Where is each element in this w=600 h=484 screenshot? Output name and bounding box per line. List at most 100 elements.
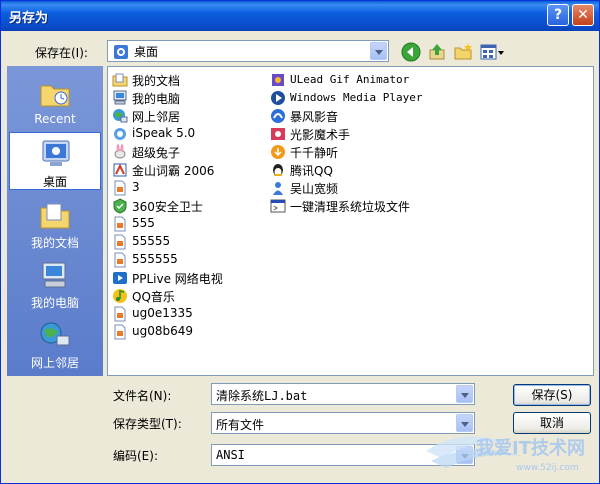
watermark-text: 我爱IT技术网 — [476, 437, 585, 459]
list-item[interactable]: 55555 — [112, 233, 262, 251]
file-icon — [114, 324, 126, 340]
my-documents-icon — [40, 203, 70, 229]
list-item[interactable]: iSpeak 5.0 — [112, 125, 262, 143]
shortcut-icon — [272, 74, 284, 86]
file-name: 555555 — [132, 252, 178, 266]
file-name: QQ音乐 — [132, 290, 175, 304]
file-name: 千千静听 — [290, 146, 339, 160]
filename-value: 清除系统LJ.bat — [216, 389, 308, 403]
save-in-value: 桌面 — [134, 45, 159, 59]
shortcut-icon — [271, 91, 285, 105]
file-name: 暴风影音 — [290, 110, 339, 124]
chevron-down-icon[interactable] — [370, 42, 387, 60]
file-icon — [114, 216, 126, 232]
chevron-down-icon[interactable] — [456, 385, 473, 403]
app-icon — [113, 289, 127, 303]
list-item[interactable]: 网上邻居 — [112, 107, 262, 125]
shortcut-icon — [271, 145, 285, 159]
recent-folder-icon — [40, 85, 70, 107]
close-button[interactable]: ✕ — [572, 4, 594, 26]
back-icon[interactable] — [401, 42, 421, 62]
app-icon — [113, 272, 127, 284]
file-name: 一键清理系统垃圾文件 — [290, 200, 411, 214]
list-item[interactable]: ug08b649 — [112, 323, 262, 341]
list-item[interactable]: 我的文档 — [112, 71, 262, 89]
my-computer-icon — [42, 262, 66, 288]
filename-combo[interactable]: 清除系统LJ.bat — [211, 383, 475, 405]
new-folder-icon[interactable] — [453, 42, 473, 62]
list-item[interactable]: PPLive 网络电视 — [112, 269, 272, 287]
place-label: 网上邻居 — [30, 356, 79, 370]
file-name: ug0e1335 — [132, 306, 193, 320]
window-title: 另存为 — [9, 11, 49, 26]
file-name: 我的文档 — [132, 74, 181, 88]
desktop-icon — [42, 140, 70, 166]
file-icon — [114, 180, 126, 196]
list-item[interactable]: 超级兔子 — [112, 143, 262, 161]
place-network[interactable]: 网上邻居 — [9, 314, 101, 372]
file-name: 光影魔术手 — [290, 128, 351, 142]
encoding-label: 编码(E): — [113, 449, 158, 463]
computer-icon — [113, 90, 127, 105]
file-name: 55555 — [132, 234, 171, 248]
view-menu-icon[interactable] — [479, 42, 505, 62]
file-name: 我的电脑 — [132, 92, 181, 106]
network-icon — [40, 322, 70, 346]
places-bar: Recent 桌面 我的文档 我的电脑 网上邻居 — [7, 66, 103, 376]
shortcut-icon — [271, 128, 285, 140]
batch-file-icon — [270, 199, 286, 213]
file-name: iSpeak 5.0 — [132, 126, 196, 140]
shortcut-icon — [271, 109, 285, 123]
site-watermark: 我爱IT技术网 www.52ij.com — [426, 436, 585, 473]
list-item[interactable]: 我的电脑 — [112, 89, 262, 107]
desktop-small-icon — [114, 45, 128, 59]
list-item[interactable]: 千千静听 — [270, 143, 420, 161]
title-bar[interactable]: 另存为 ? ✕ — [1, 1, 599, 31]
place-label: Recent — [34, 112, 76, 126]
app-icon — [114, 128, 126, 140]
list-item[interactable]: QQ音乐 — [112, 287, 262, 305]
place-recent[interactable]: Recent — [9, 72, 101, 130]
save-in-combo[interactable]: 桌面 — [107, 40, 389, 62]
watermark-url: www.52ij.com — [516, 463, 579, 473]
file-icon — [114, 306, 126, 322]
save-as-dialog: 另存为 ? ✕ 保存在(I): 桌面 Recent 桌面 我的文档 我的电脑 网… — [0, 0, 600, 484]
file-name: 腾讯QQ — [290, 164, 333, 178]
qq-icon — [273, 164, 283, 176]
file-name: 3 — [132, 180, 140, 194]
list-item[interactable]: 一键清理系统垃圾文件 — [270, 197, 470, 215]
save-in-label: 保存在(I): — [35, 46, 88, 60]
list-item[interactable]: 360安全卫士 — [112, 197, 262, 215]
list-item[interactable]: 吴山宽频 — [270, 179, 420, 197]
list-item[interactable]: 暴风影音 — [270, 107, 420, 125]
help-icon: ? — [553, 7, 563, 23]
file-icon — [114, 252, 126, 268]
place-my-documents[interactable]: 我的文档 — [9, 194, 101, 252]
list-item[interactable]: 光影魔术手 — [270, 125, 420, 143]
place-desktop[interactable]: 桌面 — [9, 132, 101, 190]
file-name: 吴山宽频 — [290, 182, 339, 196]
encoding-value: ANSI — [216, 448, 245, 462]
up-folder-icon[interactable] — [427, 42, 447, 62]
app-icon — [114, 144, 126, 159]
network-icon — [113, 109, 128, 123]
app-icon — [113, 198, 127, 214]
list-item[interactable]: 腾讯QQ — [270, 161, 420, 179]
file-name: ug08b649 — [132, 324, 194, 338]
list-item[interactable]: 555 — [112, 215, 262, 233]
file-list[interactable]: 我的文档 我的电脑 网上邻居 iSpeak 5.0 超级兔子 金山词霸 2006… — [107, 66, 594, 376]
file-name: 超级兔子 — [132, 146, 181, 160]
list-item[interactable]: ug0e1335 — [112, 305, 262, 323]
list-item[interactable]: ULead Gif Animator — [270, 71, 470, 89]
file-name: 360安全卫士 — [132, 200, 203, 214]
list-item[interactable]: 3 — [112, 179, 262, 197]
save-button[interactable]: 保存(S) — [513, 384, 591, 406]
place-my-computer[interactable]: 我的电脑 — [9, 254, 101, 312]
list-item[interactable]: 555555 — [112, 251, 262, 269]
file-name: 金山词霸 2006 — [132, 164, 215, 178]
filename-label: 文件名(N): — [113, 389, 172, 403]
list-item[interactable]: Windows Media Player — [270, 89, 480, 107]
file-name: PPLive 网络电视 — [132, 272, 223, 286]
list-item[interactable]: 金山词霸 2006 — [112, 161, 262, 179]
help-button[interactable]: ? — [547, 4, 569, 26]
